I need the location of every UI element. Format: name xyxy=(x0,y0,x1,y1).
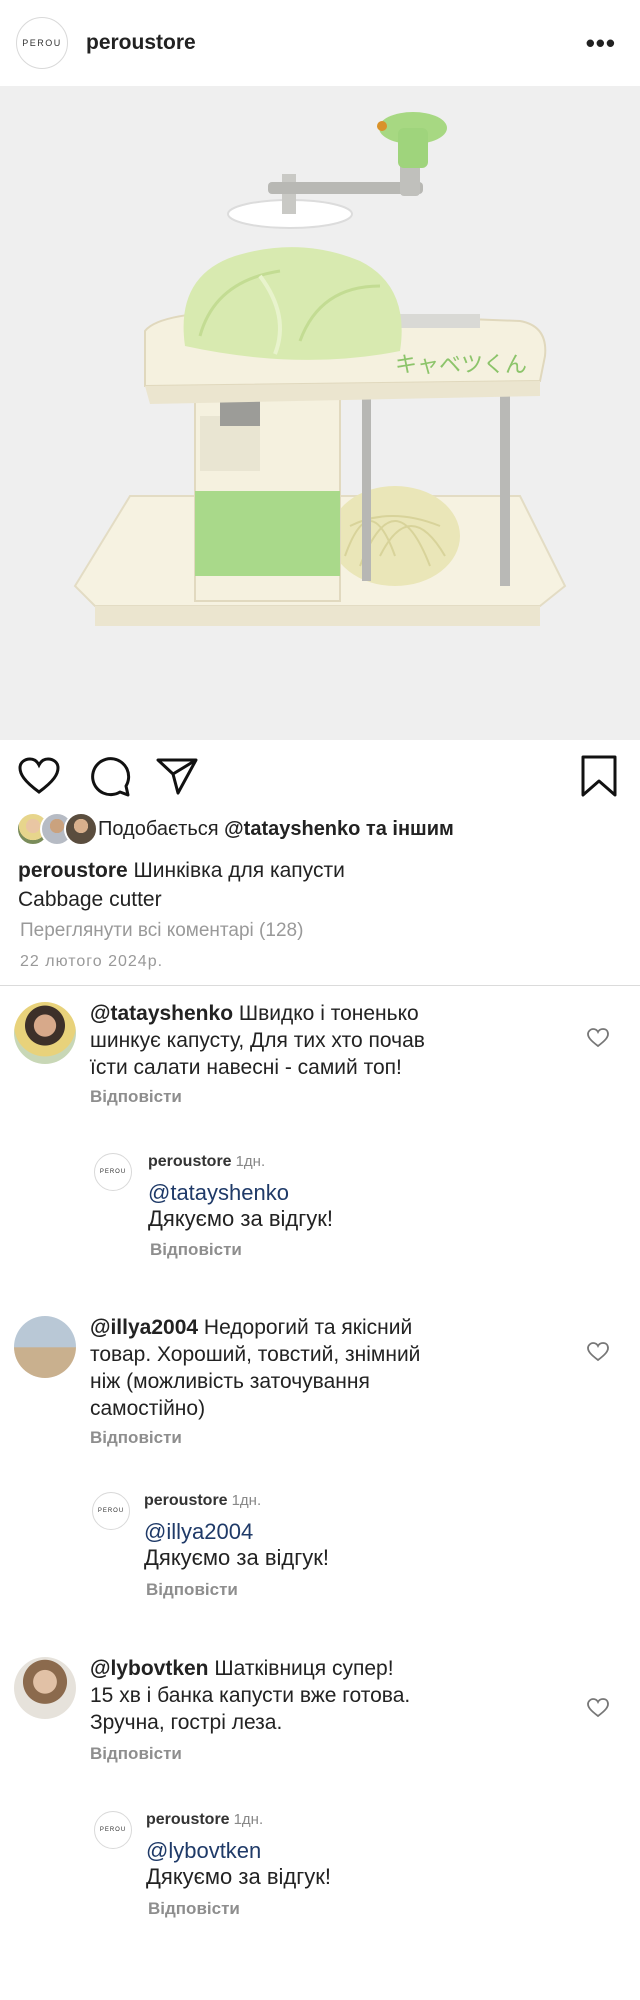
comment-like-icon[interactable] xyxy=(587,1028,609,1048)
reply-text: Дякуємо за відгук! xyxy=(148,1206,333,1231)
likes-row[interactable]: Подобається @tatayshenko та іншим xyxy=(16,812,454,846)
comment-like-icon[interactable] xyxy=(587,1342,609,1362)
cabbage-slicer-illustration: キャベツくん xyxy=(0,86,640,740)
likes-user[interactable]: @tatayshenko xyxy=(224,818,360,840)
reply-text: Дякуємо за відгук! xyxy=(144,1545,329,1570)
reply-header: peroustore 1дн. xyxy=(144,1492,261,1510)
reply-mention[interactable]: @illya2004 xyxy=(144,1519,253,1545)
commenter-avatar[interactable] xyxy=(14,1657,76,1719)
reply-time: 1дн. xyxy=(235,1153,266,1170)
post-header: PEROU peroustore ••• xyxy=(0,0,640,86)
comment-line: Зручна, гострі леза. xyxy=(90,1711,283,1734)
store-avatar[interactable]: PEROU xyxy=(16,17,68,69)
post-date: 22 лютого 2024р. xyxy=(20,953,164,970)
bookmark-icon[interactable] xyxy=(580,755,618,797)
comment-line: самостійно) xyxy=(90,1397,206,1420)
commenter-avatar[interactable] xyxy=(14,1002,76,1064)
likes-suffix[interactable]: та іншим xyxy=(360,818,454,840)
reply-time: 1дн. xyxy=(233,1811,264,1828)
comment-username[interactable]: @lybovtken xyxy=(90,1657,209,1680)
comment-line: їсти салати навесні - самий топ! xyxy=(90,1056,402,1079)
caption-username[interactable]: peroustore xyxy=(18,859,128,882)
reply-button[interactable]: Відповісти xyxy=(150,1240,242,1260)
caption-text: Шинківка для капусти xyxy=(127,859,345,882)
reply-username[interactable]: peroustore xyxy=(148,1153,232,1170)
comment-line: Шатківниця супер! xyxy=(208,1657,394,1680)
reply-button[interactable]: Відповісти xyxy=(146,1580,238,1600)
caption-subtext: Cabbage cutter xyxy=(18,888,162,911)
comment-username[interactable]: @tatayshenko xyxy=(90,1002,233,1025)
heart-icon[interactable] xyxy=(18,757,60,795)
comment-text: @tatayshenko Швидко і тоненько шинкує ка… xyxy=(90,1000,550,1081)
reply-avatar[interactable]: PEROU xyxy=(92,1492,130,1530)
reply-mention[interactable]: @tatayshenko xyxy=(148,1180,289,1206)
comment-line: Недорогий та якісний xyxy=(198,1316,413,1339)
comment-line: шинкує капусту, Для тих хто почав xyxy=(90,1029,425,1052)
reply-button[interactable]: Відповісти xyxy=(90,1744,182,1764)
reply-username[interactable]: peroustore xyxy=(144,1492,228,1509)
reply-button[interactable]: Відповісти xyxy=(90,1428,182,1448)
reply-header: peroustore 1дн. xyxy=(148,1153,265,1171)
comment-item: @illya2004 Недорогий та якісний товар. Х… xyxy=(0,1314,640,1614)
reply-username[interactable]: peroustore xyxy=(146,1811,230,1828)
reply-time: 1дн. xyxy=(231,1492,262,1509)
liked-by-avatars xyxy=(16,812,98,846)
comment-item: @lybovtken Шатківниця супер! 15 хв і бан… xyxy=(0,1655,640,1955)
comment-text: @illya2004 Недорогий та якісний товар. Х… xyxy=(90,1314,560,1422)
reply-avatar[interactable]: PEROU xyxy=(94,1153,132,1191)
post-actions xyxy=(0,740,640,810)
reply-mention[interactable]: @lybovtken xyxy=(146,1838,261,1864)
view-all-comments-link[interactable]: Переглянути всі коментарі (128) xyxy=(20,920,303,942)
comment-text: @lybovtken Шатківниця супер! 15 хв і бан… xyxy=(90,1655,550,1736)
likes-text: Подобається @tatayshenko та іншим xyxy=(98,818,454,841)
comment-line: ніж (можливість заточування xyxy=(90,1370,370,1393)
reply-button[interactable]: Відповісти xyxy=(148,1899,240,1919)
comment-item: @tatayshenko Швидко і тоненько шинкує ка… xyxy=(0,1000,640,1320)
send-icon[interactable] xyxy=(156,757,198,795)
product-label: キャベツくん xyxy=(395,353,527,378)
comment-line: товар. Хороший, товстий, знімний xyxy=(90,1343,421,1366)
header-username[interactable]: peroustore xyxy=(86,31,196,55)
reply-header: peroustore 1дн. xyxy=(146,1811,263,1829)
divider xyxy=(0,985,640,986)
reply-text: Дякуємо за відгук! xyxy=(146,1864,331,1889)
post-caption: peroustore Шинківка для капусти Cabbage … xyxy=(18,856,618,914)
comment-icon[interactable] xyxy=(89,756,131,798)
comment-line: 15 хв і банка капусти вже готова. xyxy=(90,1684,411,1707)
post-image[interactable]: キャベツくん xyxy=(0,86,640,740)
reply-button[interactable]: Відповісти xyxy=(90,1087,182,1107)
commenter-avatar[interactable] xyxy=(14,1316,76,1378)
likes-prefix: Подобається xyxy=(98,817,225,840)
reply-avatar[interactable]: PEROU xyxy=(94,1811,132,1849)
comment-username[interactable]: @illya2004 xyxy=(90,1316,198,1339)
comment-line: Швидко і тоненько xyxy=(233,1002,419,1025)
liker-avatar xyxy=(64,812,98,846)
more-options-icon[interactable]: ••• xyxy=(586,30,616,56)
comment-like-icon[interactable] xyxy=(587,1698,609,1718)
